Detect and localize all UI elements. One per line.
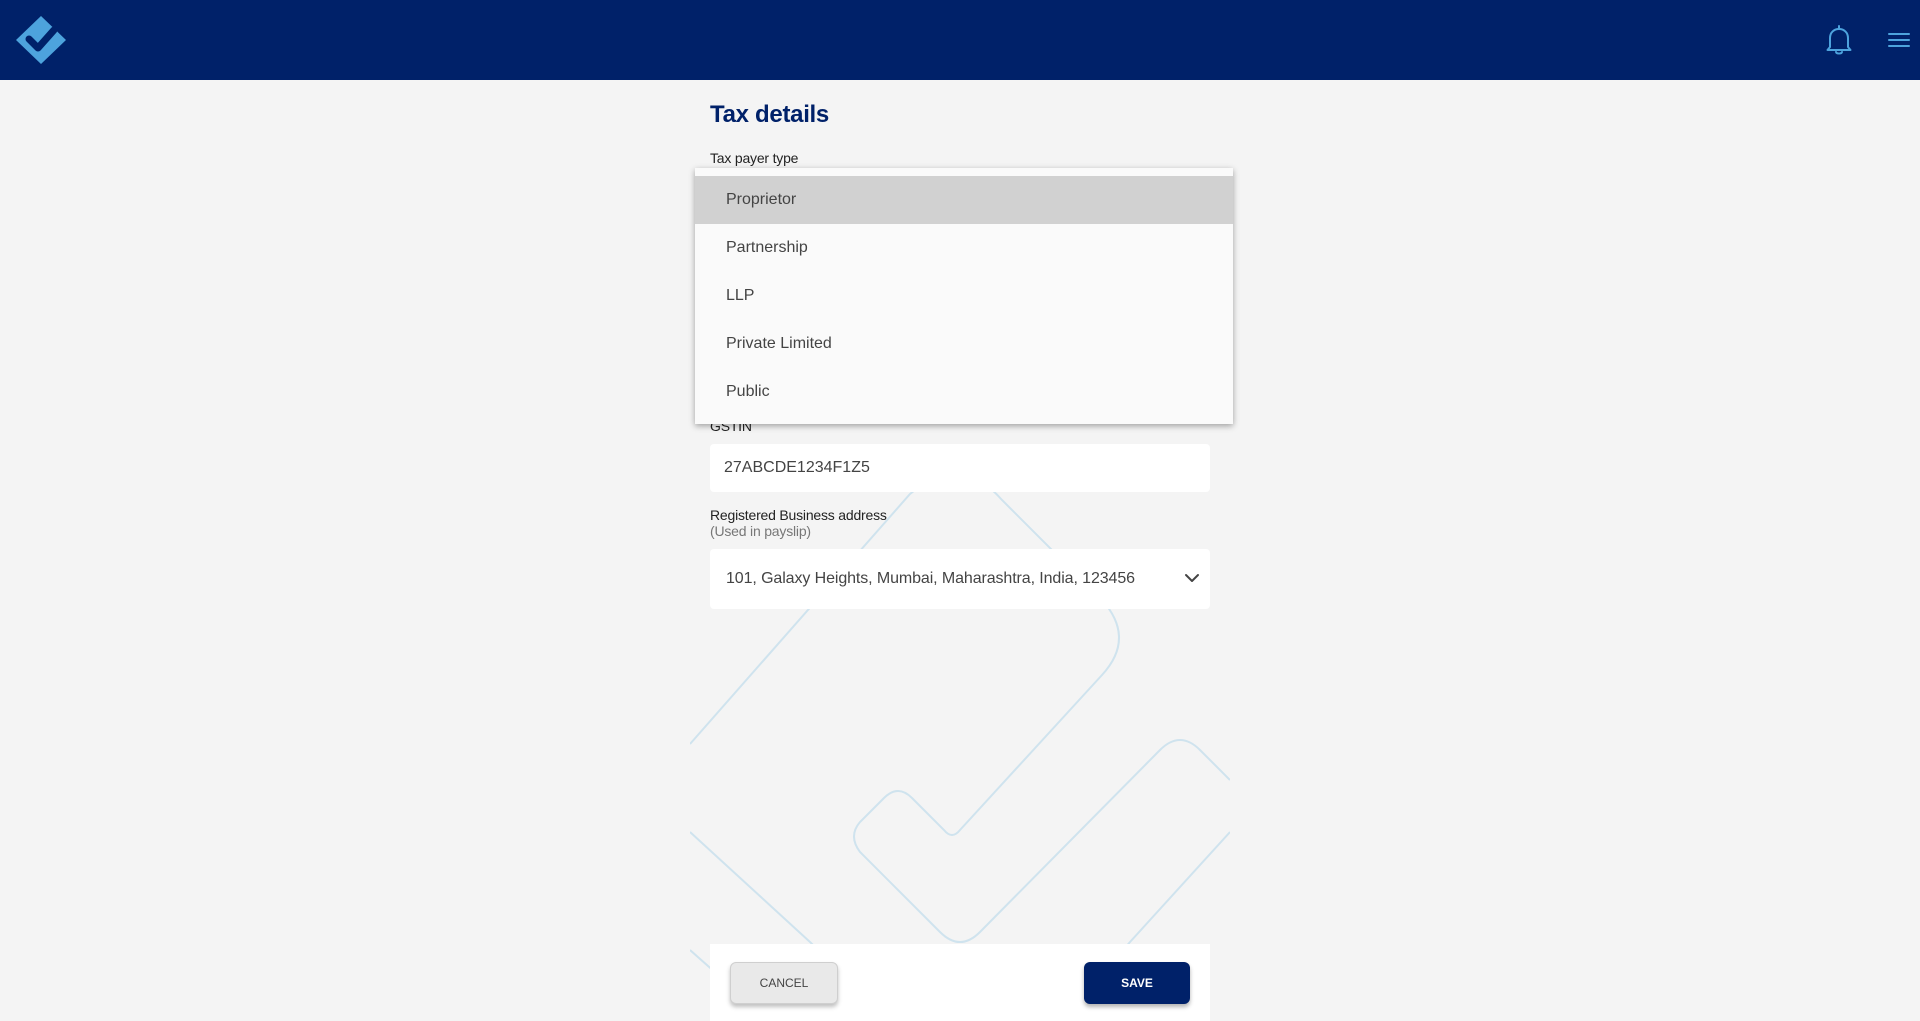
dropdown-option-proprietor[interactable]: Proprietor — [695, 176, 1233, 224]
business-address-select[interactable]: 101, Galaxy Heights, Mumbai, Maharashtra… — [710, 549, 1210, 609]
dropdown-option-llp[interactable]: LLP — [695, 272, 1233, 320]
dropdown-option-partnership[interactable]: Partnership — [695, 224, 1233, 272]
footer-action-bar: CANCEL SAVE — [710, 944, 1210, 1021]
dropdown-option-public[interactable]: Public — [695, 368, 1233, 416]
gstin-input[interactable] — [710, 444, 1210, 492]
business-address-label: Registered Business address — [710, 507, 887, 523]
dropdown-option-private-limited[interactable]: Private Limited — [695, 320, 1233, 368]
top-bar — [0, 0, 1920, 80]
business-address-value: 101, Galaxy Heights, Mumbai, Maharashtra… — [726, 570, 1135, 587]
save-button[interactable]: SAVE — [1084, 962, 1190, 1004]
chevron-down-icon — [1185, 574, 1199, 582]
check-diamond-logo-icon[interactable] — [14, 14, 68, 66]
tax-payer-type-label: Tax payer type — [710, 150, 799, 166]
tax-payer-type-dropdown: Proprietor Partnership LLP Private Limit… — [695, 168, 1233, 424]
business-address-sublabel: (Used in payslip) — [710, 523, 811, 539]
cancel-button[interactable]: CANCEL — [730, 962, 838, 1004]
page-title: Tax details — [710, 101, 829, 128]
bell-icon[interactable] — [1824, 24, 1854, 56]
hamburger-menu-icon[interactable] — [1886, 28, 1912, 52]
